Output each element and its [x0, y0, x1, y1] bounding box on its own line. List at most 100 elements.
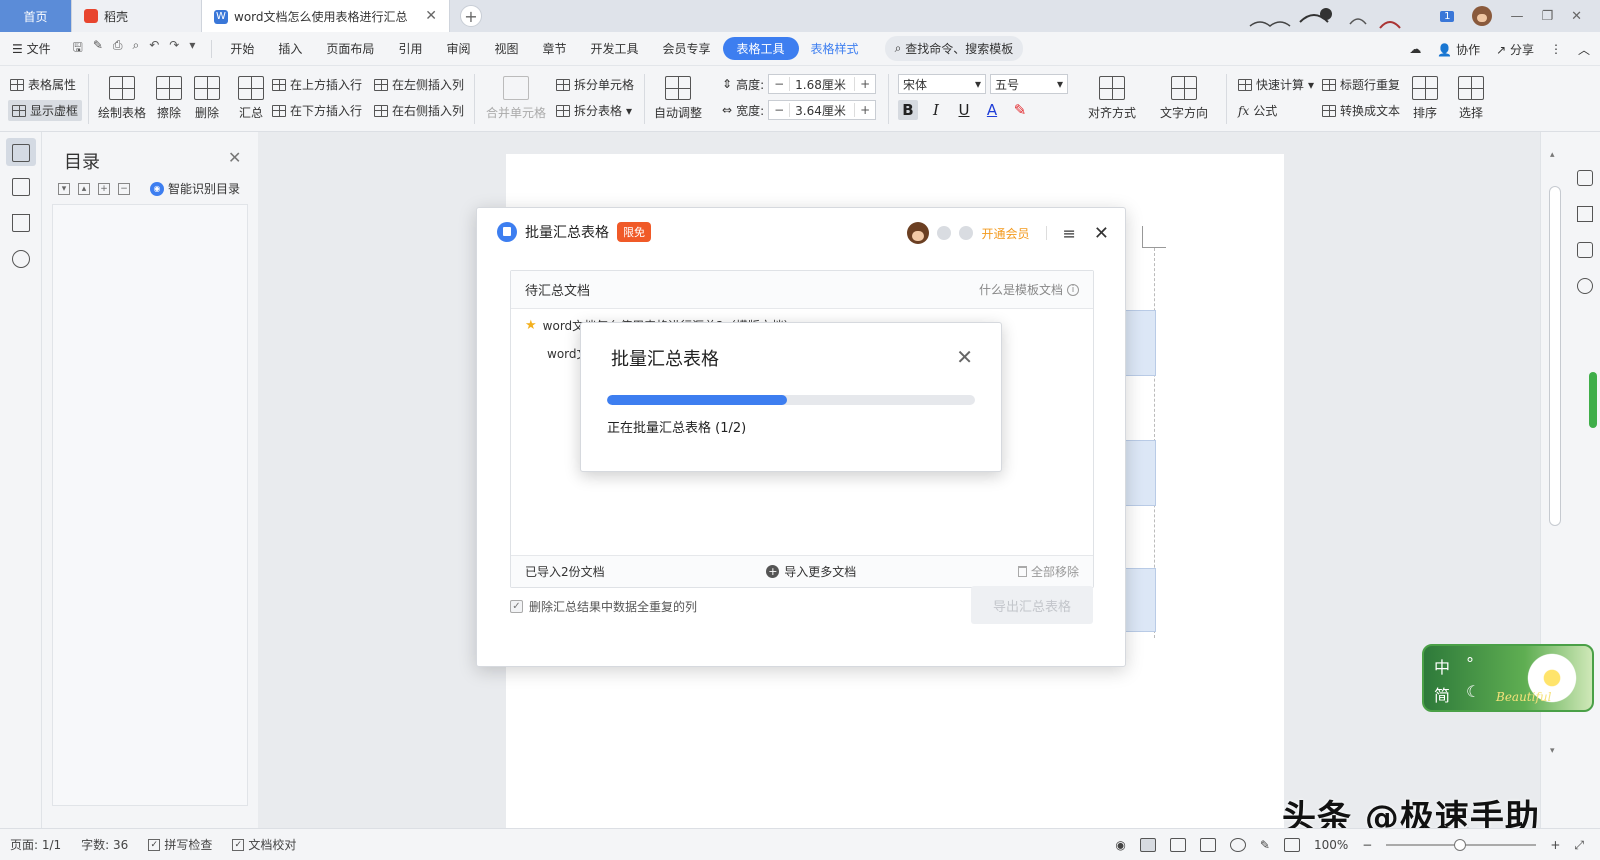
bold-button[interactable]: B	[898, 100, 918, 120]
fit-page-icon[interactable]	[1283, 838, 1300, 852]
select-button[interactable]: 选择	[1458, 76, 1484, 121]
font-size-select[interactable]: 五号 ▾	[990, 74, 1068, 94]
zoom-in-icon[interactable]: +	[1550, 838, 1560, 852]
auto-adjust-button[interactable]: 自动调整	[654, 76, 702, 121]
collaborate-button[interactable]: 👤 协作	[1437, 41, 1480, 58]
spell-check-button[interactable]: ✓ 拼写检查	[138, 836, 222, 853]
height-increment[interactable]: +	[854, 77, 875, 91]
word-count[interactable]: 字数: 36	[71, 836, 138, 853]
font-color-button[interactable]: A	[982, 100, 1002, 120]
remove-level-icon[interactable]: −	[118, 182, 130, 195]
height-decrement[interactable]: −	[769, 77, 791, 91]
proofread-button[interactable]: ✓ 文档校对	[222, 836, 306, 853]
menu-item-member[interactable]: 会员专享	[651, 40, 723, 57]
bookmark-icon[interactable]	[12, 214, 30, 232]
scroll-up-icon[interactable]: ▴	[1550, 150, 1555, 160]
close-icon[interactable]: ✕	[1094, 223, 1109, 244]
insert-row-above-button[interactable]: 在上方插入行	[272, 76, 362, 93]
merge-cells-button[interactable]: 合并单元格	[486, 76, 546, 121]
reading-view-icon[interactable]	[1199, 838, 1216, 852]
highlight-button[interactable]: ✎	[1010, 100, 1030, 120]
insert-col-left-button[interactable]: 在左侧插入列	[374, 76, 464, 93]
zoom-out-icon[interactable]: −	[1362, 838, 1372, 852]
punctuation-icon[interactable]: °	[1466, 654, 1474, 678]
width-increment[interactable]: +	[854, 103, 875, 117]
window-close-icon[interactable]: ✕	[1571, 9, 1582, 24]
template-help-link[interactable]: 什么是模板文档 i	[979, 281, 1079, 298]
page-count[interactable]: 页面: 1/1	[0, 836, 71, 853]
eye-protection-icon[interactable]: ◉	[1115, 838, 1125, 852]
menu-item-view[interactable]: 视图	[482, 40, 530, 57]
collapse-ribbon-icon[interactable]: ︿	[1578, 41, 1590, 58]
summary-button[interactable]: 汇总	[238, 76, 264, 121]
sliders-icon[interactable]	[1577, 242, 1593, 258]
help-icon[interactable]	[1577, 278, 1593, 294]
tab-home[interactable]: 首页	[0, 0, 72, 32]
menu-item-chapter[interactable]: 章节	[530, 40, 578, 57]
notification-badge[interactable]: 1	[1440, 10, 1455, 22]
save-icon[interactable]: 🖫	[73, 38, 83, 59]
italic-button[interactable]: I	[926, 100, 946, 120]
expand-down-icon[interactable]: ▾	[58, 182, 70, 195]
redo-icon[interactable]: ↷	[169, 38, 179, 59]
dedupe-option[interactable]: ✓ 删除汇总结果中数据全重复的列	[510, 598, 697, 615]
convert-to-text-button[interactable]: 转换成文本	[1322, 102, 1400, 119]
erase-button[interactable]: 擦除	[156, 76, 182, 121]
more-icon[interactable]: ▾	[189, 38, 195, 59]
tab-document[interactable]: Wword文档怎么使用表格进行汇总 ✕	[202, 0, 450, 32]
import-more-button[interactable]: + 导入更多文档	[766, 563, 856, 580]
menu-item-insert[interactable]: 插入	[266, 40, 314, 57]
outline-view-icon[interactable]	[1169, 838, 1186, 852]
cloud-sync-icon[interactable]: ☁	[1409, 42, 1421, 56]
moon-icon[interactable]: ☾	[1466, 682, 1480, 706]
width-value[interactable]: 3.64厘米	[790, 102, 854, 119]
split-table-button[interactable]: 拆分表格 ▾	[556, 102, 632, 119]
font-name-select[interactable]: 宋体 ▾	[898, 74, 986, 94]
tab-table-tools[interactable]: 表格工具	[722, 37, 799, 60]
share-button[interactable]: ↗ 分享	[1496, 41, 1534, 58]
menu-item-start[interactable]: 开始	[218, 40, 266, 57]
command-search[interactable]: ⌕ 查找命令、搜索模板	[884, 36, 1024, 61]
pointer-icon[interactable]	[1577, 206, 1593, 222]
formula-button[interactable]: fx 公式	[1238, 102, 1277, 119]
open-membership-link[interactable]: 开通会员	[981, 225, 1029, 242]
pen-mode-icon[interactable]: ✎	[1260, 838, 1270, 852]
new-tab-button[interactable]: +	[460, 5, 482, 27]
height-stepper[interactable]: −1.68厘米 +	[768, 74, 877, 94]
smart-toc-button[interactable]: ◉ 智能识别目录	[150, 180, 240, 197]
collapse-up-icon[interactable]: ▴	[78, 182, 90, 195]
side-tab-handle[interactable]	[1589, 372, 1597, 428]
undo-icon[interactable]: ↶	[149, 38, 159, 59]
menu-icon[interactable]: ≡	[1063, 224, 1076, 243]
restore-icon[interactable]: ❐	[1541, 9, 1553, 24]
table-properties-button[interactable]: 表格属性	[10, 76, 76, 93]
insert-row-below-button[interactable]: 在下方插入行	[272, 102, 362, 119]
print-icon[interactable]: ⎙	[113, 38, 123, 59]
format-painter-icon[interactable]: ✎	[93, 38, 103, 59]
remove-all-button[interactable]: 全部移除	[1017, 563, 1079, 580]
underline-button[interactable]: U	[954, 100, 974, 120]
width-decrement[interactable]: −	[769, 103, 791, 117]
preview-icon[interactable]: ⌕	[133, 38, 140, 59]
menu-item-dev[interactable]: 开发工具	[579, 40, 651, 57]
draw-table-button[interactable]: 绘制表格	[98, 76, 146, 121]
export-summary-button[interactable]: 导出汇总表格	[971, 586, 1093, 624]
ime-chinese-mode[interactable]: 中	[1434, 654, 1450, 678]
tab-table-style[interactable]: 表格样式	[799, 40, 871, 57]
align-button[interactable]: 对齐方式	[1088, 76, 1136, 121]
close-icon[interactable]: ✕	[425, 8, 437, 24]
search-icon[interactable]	[12, 250, 30, 268]
scroll-down-icon[interactable]: ▾	[1550, 746, 1555, 756]
dedupe-checkbox[interactable]: ✓	[510, 600, 523, 613]
ime-simplified-mode[interactable]: 简	[1434, 682, 1450, 706]
minimize-icon[interactable]: —	[1510, 9, 1523, 24]
user-avatar[interactable]	[1472, 6, 1493, 26]
user-avatar[interactable]	[907, 222, 930, 244]
scroll-thumb[interactable]	[1549, 186, 1561, 526]
zoom-knob[interactable]	[1454, 839, 1467, 851]
menu-item-reference[interactable]: 引用	[386, 40, 434, 57]
show-grid-button[interactable]: 显示虚框	[8, 100, 83, 121]
text-direction-button[interactable]: 文字方向	[1160, 76, 1208, 121]
zoom-slider[interactable]	[1386, 839, 1537, 851]
fullscreen-icon[interactable]: ⤢	[1574, 838, 1584, 853]
